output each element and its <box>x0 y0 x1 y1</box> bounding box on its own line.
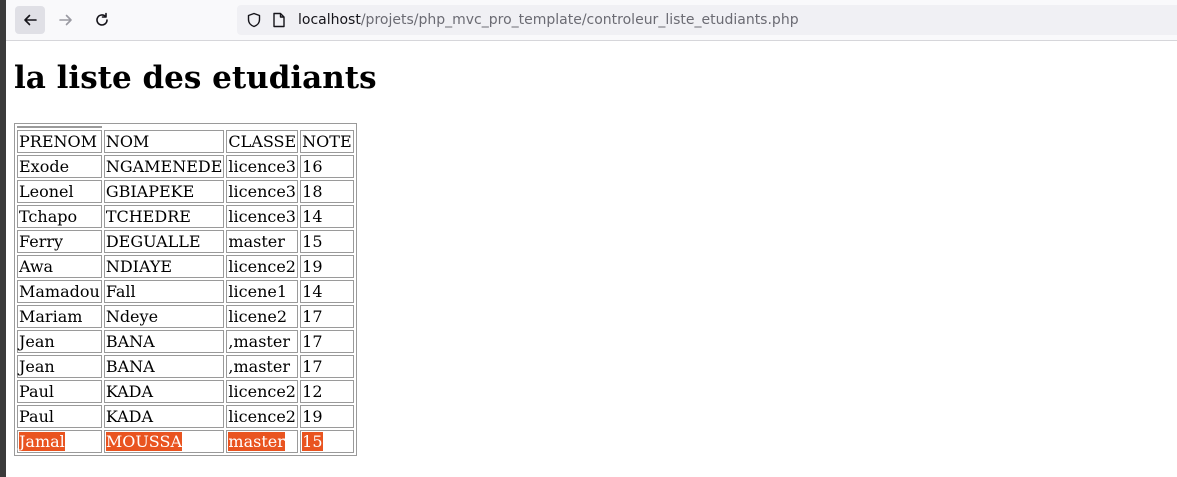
nom-cell: BANA <box>103 330 225 353</box>
note-cell: 18 <box>300 180 354 203</box>
classe-cell: licene2 <box>226 305 299 328</box>
page-icon[interactable] <box>272 12 286 28</box>
arrow-left-icon <box>24 14 37 26</box>
header-cell: PRENOM <box>17 130 102 153</box>
selected-text: 15 <box>302 432 323 451</box>
selected-table-row: Jamal MOUSSA master 15 <box>17 430 354 453</box>
classe-cell: licence3 <box>226 155 299 178</box>
prenom-cell: Tchapo <box>17 205 102 228</box>
prenom-cell: Mamadou <box>17 280 102 303</box>
note-cell: 17 <box>300 330 354 353</box>
table-row: Leonel GBIAPEKE licence3 18 <box>17 180 354 203</box>
nom-cell: Fall <box>103 280 225 303</box>
nom-cell: KADA <box>103 405 225 428</box>
table-row: Tchapo TCHEDRE licence3 14 <box>17 205 354 228</box>
note-cell: 19 <box>300 405 354 428</box>
selected-text: MOUSSA <box>105 432 182 451</box>
classe-cell: ,master <box>226 355 299 378</box>
note-cell: 17 <box>300 305 354 328</box>
classe-cell: licence3 <box>226 180 299 203</box>
table-row: Paul KADA licence2 19 <box>17 405 354 428</box>
prenom-cell: Paul <box>17 405 102 428</box>
students-table: PRENOM NOM CLASSE NOTE Exode NGAMENEDE l… <box>14 123 357 456</box>
prenom-cell: Leonel <box>17 180 102 203</box>
empty-row <box>17 126 354 128</box>
table-row: Jean BANA ,master 17 <box>17 355 354 378</box>
url-host: localhost <box>298 12 361 28</box>
prenom-cell: Ferry <box>17 230 102 253</box>
classe-cell: master <box>226 430 299 453</box>
forward-button[interactable] <box>51 6 81 34</box>
browser-toolbar: localhost/projets/php_mvc_pro_template/c… <box>6 0 1177 41</box>
prenom-cell: Awa <box>17 255 102 278</box>
nom-cell: Ndeye <box>103 305 225 328</box>
arrow-right-icon <box>59 14 72 26</box>
window-edge <box>0 0 6 477</box>
table-row: Mariam Ndeye licene2 17 <box>17 305 354 328</box>
prenom-cell: Jean <box>17 355 102 378</box>
note-cell: 19 <box>300 255 354 278</box>
prenom-cell: Mariam <box>17 305 102 328</box>
table-row: Exode NGAMENEDE licence3 16 <box>17 155 354 178</box>
classe-cell: licence2 <box>226 255 299 278</box>
prenom-cell: Exode <box>17 155 102 178</box>
note-cell: 15 <box>300 430 354 453</box>
note-cell: 14 <box>300 205 354 228</box>
address-bar[interactable]: localhost/projets/php_mvc_pro_template/c… <box>237 5 1177 35</box>
nom-cell: DEGUALLE <box>103 230 225 253</box>
shield-icon[interactable] <box>246 12 262 28</box>
page-title: la liste des etudiants <box>14 60 377 96</box>
classe-cell: licene1 <box>226 280 299 303</box>
table-row: Awa NDIAYE licence2 19 <box>17 255 354 278</box>
classe-cell: master <box>226 230 299 253</box>
nom-cell: TCHEDRE <box>103 205 225 228</box>
classe-cell: licence2 <box>226 380 299 403</box>
header-cell: NOTE <box>300 130 354 153</box>
reload-button[interactable] <box>87 6 117 34</box>
header-row: PRENOM NOM CLASSE NOTE <box>17 130 354 153</box>
selected-text: Jamal <box>19 432 65 451</box>
nom-cell: MOUSSA <box>103 430 225 453</box>
url-path: /projets/php_mvc_pro_template/controleur… <box>360 12 799 28</box>
nom-cell: KADA <box>103 380 225 403</box>
table-row: Jean BANA ,master 17 <box>17 330 354 353</box>
table-row: Paul KADA licence2 12 <box>17 380 354 403</box>
header-cell: CLASSE <box>226 130 299 153</box>
empty-cell <box>17 126 102 128</box>
note-cell: 14 <box>300 280 354 303</box>
note-cell: 16 <box>300 155 354 178</box>
prenom-cell: Jean <box>17 330 102 353</box>
table-row: Ferry DEGUALLE master 15 <box>17 230 354 253</box>
classe-cell: licence2 <box>226 405 299 428</box>
nom-cell: GBIAPEKE <box>103 180 225 203</box>
note-cell: 12 <box>300 380 354 403</box>
nom-cell: NGAMENEDE <box>103 155 225 178</box>
prenom-cell: Jamal <box>17 430 102 453</box>
selected-text: master <box>228 432 285 451</box>
header-cell: NOM <box>103 130 225 153</box>
classe-cell: licence3 <box>226 205 299 228</box>
note-cell: 15 <box>300 230 354 253</box>
back-button[interactable] <box>15 6 45 34</box>
note-cell: 17 <box>300 355 354 378</box>
classe-cell: ,master <box>226 330 299 353</box>
table-row: Mamadou Fall licene1 14 <box>17 280 354 303</box>
nom-cell: NDIAYE <box>103 255 225 278</box>
url-text[interactable]: localhost/projets/php_mvc_pro_template/c… <box>298 12 799 28</box>
prenom-cell: Paul <box>17 380 102 403</box>
reload-icon <box>96 12 108 26</box>
nom-cell: BANA <box>103 355 225 378</box>
